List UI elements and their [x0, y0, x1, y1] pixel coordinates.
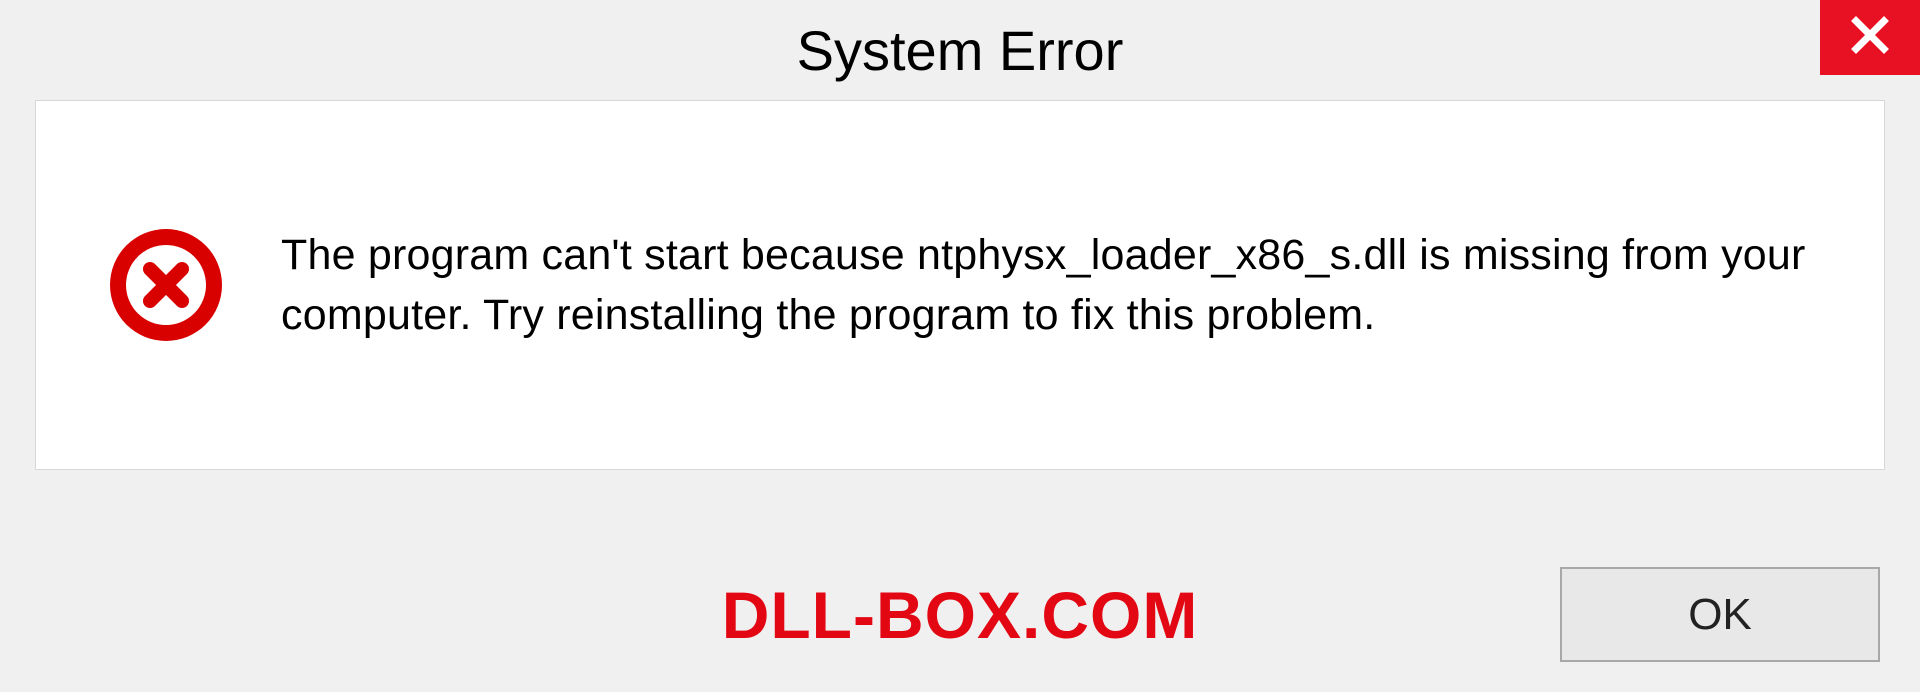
close-button[interactable]: [1820, 0, 1920, 75]
titlebar: System Error: [0, 0, 1920, 100]
content-panel: The program can't start because ntphysx_…: [35, 100, 1885, 470]
watermark-text: DLL-BOX.COM: [722, 577, 1199, 653]
footer: DLL-BOX.COM OK: [0, 567, 1920, 662]
dialog-title: System Error: [797, 18, 1124, 83]
close-icon: [1850, 15, 1890, 60]
ok-button[interactable]: OK: [1560, 567, 1880, 662]
error-message: The program can't start because ntphysx_…: [281, 225, 1824, 345]
error-icon: [106, 225, 226, 345]
